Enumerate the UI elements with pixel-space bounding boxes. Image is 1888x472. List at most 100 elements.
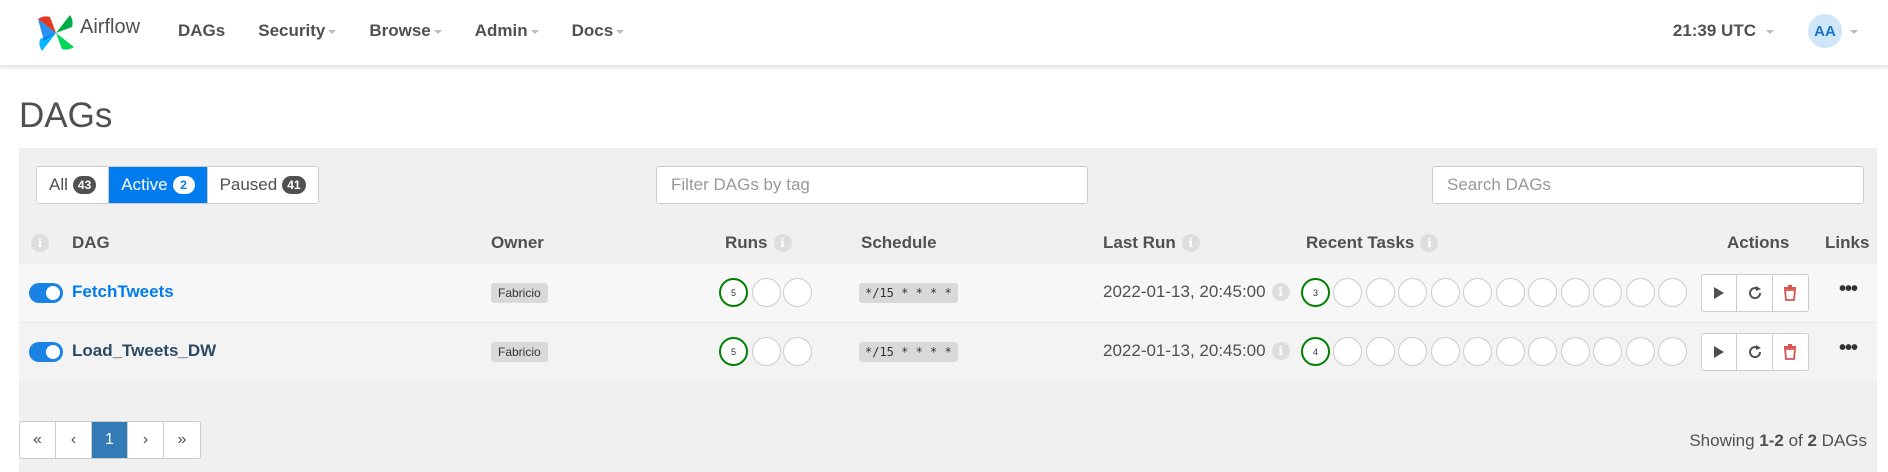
info-icon[interactable]: i bbox=[1420, 234, 1439, 252]
page-current-button[interactable]: 1 bbox=[92, 422, 128, 458]
task-state-circle[interactable] bbox=[1658, 337, 1687, 366]
page-next-button[interactable]: › bbox=[128, 422, 164, 458]
task-state-circle[interactable] bbox=[1463, 278, 1492, 307]
col-header-owner[interactable]: Owner bbox=[491, 232, 544, 254]
task-state-circle[interactable] bbox=[1333, 337, 1362, 366]
tag-filter-input[interactable]: Filter DAGs by tag bbox=[656, 166, 1088, 204]
refresh-icon bbox=[1748, 286, 1761, 300]
page-prev-button[interactable]: ‹ bbox=[56, 422, 92, 458]
filter-paused-button[interactable]: Paused 41 bbox=[207, 167, 318, 203]
task-state-circle[interactable] bbox=[1561, 278, 1590, 307]
filter-active-button[interactable]: Active 2 bbox=[109, 167, 208, 203]
task-state-circle[interactable] bbox=[1431, 278, 1460, 307]
run-state-circle-success[interactable]: 5 bbox=[719, 278, 748, 307]
last-run: 2022-01-13, 20:45:00 i bbox=[1103, 341, 1290, 361]
brand-link[interactable]: Airflow bbox=[34, 8, 140, 58]
filter-all-button[interactable]: All 43 bbox=[37, 167, 110, 203]
pause-toggle[interactable] bbox=[29, 283, 63, 303]
run-state-circle[interactable] bbox=[783, 337, 812, 366]
dag-actions bbox=[1701, 333, 1809, 371]
schedule-badge: */15 * * * * bbox=[859, 283, 958, 303]
links-menu-ellipsis-icon[interactable]: ••• bbox=[1839, 278, 1858, 301]
table-row: FetchTweets Fabricio 5 */15 * * * * 2022… bbox=[19, 264, 1877, 322]
task-state-circle[interactable] bbox=[1561, 337, 1590, 366]
main-nav: DAGs Security Browse Admin Docs bbox=[170, 0, 649, 62]
play-icon bbox=[1714, 287, 1725, 299]
trigger-dag-button[interactable] bbox=[1702, 334, 1738, 370]
toggle-info-icon[interactable]: i bbox=[31, 232, 49, 254]
search-dags-input[interactable]: Search DAGs bbox=[1432, 166, 1864, 204]
caret-down-icon bbox=[616, 30, 625, 34]
dag-link[interactable]: Load_Tweets_DW bbox=[72, 341, 216, 361]
col-header-links: Links bbox=[1825, 233, 1870, 252]
refresh-dag-button[interactable] bbox=[1737, 334, 1773, 370]
nav-item-docs[interactable]: Docs bbox=[564, 21, 633, 41]
caret-down-icon bbox=[1850, 30, 1858, 34]
task-state-circle[interactable] bbox=[1593, 278, 1622, 307]
col-header-runs: Runs i bbox=[725, 232, 792, 254]
info-icon[interactable]: i bbox=[1271, 283, 1290, 301]
dag-link[interactable]: FetchTweets bbox=[72, 282, 174, 302]
col-header-schedule: Schedule bbox=[861, 233, 937, 252]
nav-item-dags[interactable]: DAGs bbox=[170, 21, 233, 41]
delete-dag-button[interactable] bbox=[1773, 275, 1808, 311]
status-filter-group: All 43 Active 2 Paused 41 bbox=[36, 166, 319, 204]
page-first-button[interactable]: « bbox=[20, 422, 56, 458]
info-icon[interactable]: i bbox=[1181, 234, 1200, 252]
last-run-link[interactable]: 2022-01-13, 20:45:00 bbox=[1103, 282, 1266, 302]
task-state-circle[interactable] bbox=[1528, 278, 1557, 307]
run-state-circle[interactable] bbox=[752, 278, 781, 307]
delete-dag-button[interactable] bbox=[1773, 334, 1808, 370]
nav-item-security[interactable]: Security bbox=[250, 21, 344, 41]
nav-item-admin[interactable]: Admin bbox=[467, 21, 547, 41]
nav-item-browse[interactable]: Browse bbox=[361, 21, 449, 41]
trigger-dag-button[interactable] bbox=[1702, 275, 1738, 311]
count-badge: 2 bbox=[172, 176, 195, 194]
info-icon[interactable]: i bbox=[773, 234, 792, 252]
last-run-link[interactable]: 2022-01-13, 20:45:00 bbox=[1103, 341, 1266, 361]
schedule-badge: */15 * * * * bbox=[859, 342, 958, 362]
filter-label: All bbox=[49, 175, 68, 194]
nav-item-label: DAGs bbox=[178, 21, 226, 40]
task-state-circle[interactable] bbox=[1626, 337, 1655, 366]
nav-right: 21:39 UTC AA bbox=[1673, 0, 1888, 62]
task-state-circle-success[interactable]: 3 bbox=[1301, 278, 1330, 307]
run-state-circle[interactable] bbox=[752, 337, 781, 366]
task-state-circle[interactable] bbox=[1431, 337, 1460, 366]
task-state-circle[interactable] bbox=[1398, 337, 1427, 366]
brand-name: Airflow bbox=[80, 15, 141, 38]
task-state-circle[interactable] bbox=[1333, 278, 1362, 307]
showing-range: 1-2 bbox=[1759, 431, 1784, 450]
info-icon[interactable]: i bbox=[1271, 342, 1290, 360]
owner-badge[interactable]: Fabricio bbox=[491, 342, 548, 362]
caret-down-icon bbox=[433, 30, 442, 34]
task-state-circle[interactable] bbox=[1463, 337, 1492, 366]
task-state-circle[interactable] bbox=[1366, 337, 1395, 366]
run-state-circle[interactable] bbox=[783, 278, 812, 307]
task-state-circle[interactable] bbox=[1658, 278, 1687, 307]
filter-label: Paused bbox=[219, 175, 278, 194]
task-state-circle[interactable] bbox=[1496, 337, 1525, 366]
showing-suffix: DAGs bbox=[1816, 431, 1867, 450]
task-state-circle[interactable] bbox=[1496, 278, 1525, 307]
nav-item-label: Admin bbox=[474, 21, 528, 40]
pause-toggle[interactable] bbox=[29, 342, 63, 362]
task-state-circle-success[interactable]: 4 bbox=[1301, 337, 1330, 366]
task-state-circle[interactable] bbox=[1626, 278, 1655, 307]
page-last-button[interactable]: » bbox=[164, 422, 200, 458]
timezone-clock-dropdown[interactable]: 21:39 UTC bbox=[1673, 21, 1774, 41]
task-state-circle[interactable] bbox=[1593, 337, 1622, 366]
links-menu-ellipsis-icon[interactable]: ••• bbox=[1839, 337, 1858, 360]
refresh-dag-button[interactable] bbox=[1737, 275, 1773, 311]
run-state-circle-success[interactable]: 5 bbox=[719, 337, 748, 366]
col-header-label: Recent Tasks bbox=[1306, 233, 1415, 252]
task-state-circle[interactable] bbox=[1398, 278, 1427, 307]
user-avatar[interactable]: AA bbox=[1808, 14, 1842, 48]
caret-down-icon bbox=[328, 30, 337, 34]
task-state-circle[interactable] bbox=[1528, 337, 1557, 366]
owner-badge[interactable]: Fabricio bbox=[491, 283, 548, 303]
col-header-dag[interactable]: DAG bbox=[72, 232, 110, 254]
nav-item-label: Browse bbox=[369, 21, 431, 40]
task-state-circle[interactable] bbox=[1366, 278, 1395, 307]
play-icon bbox=[1714, 346, 1725, 358]
